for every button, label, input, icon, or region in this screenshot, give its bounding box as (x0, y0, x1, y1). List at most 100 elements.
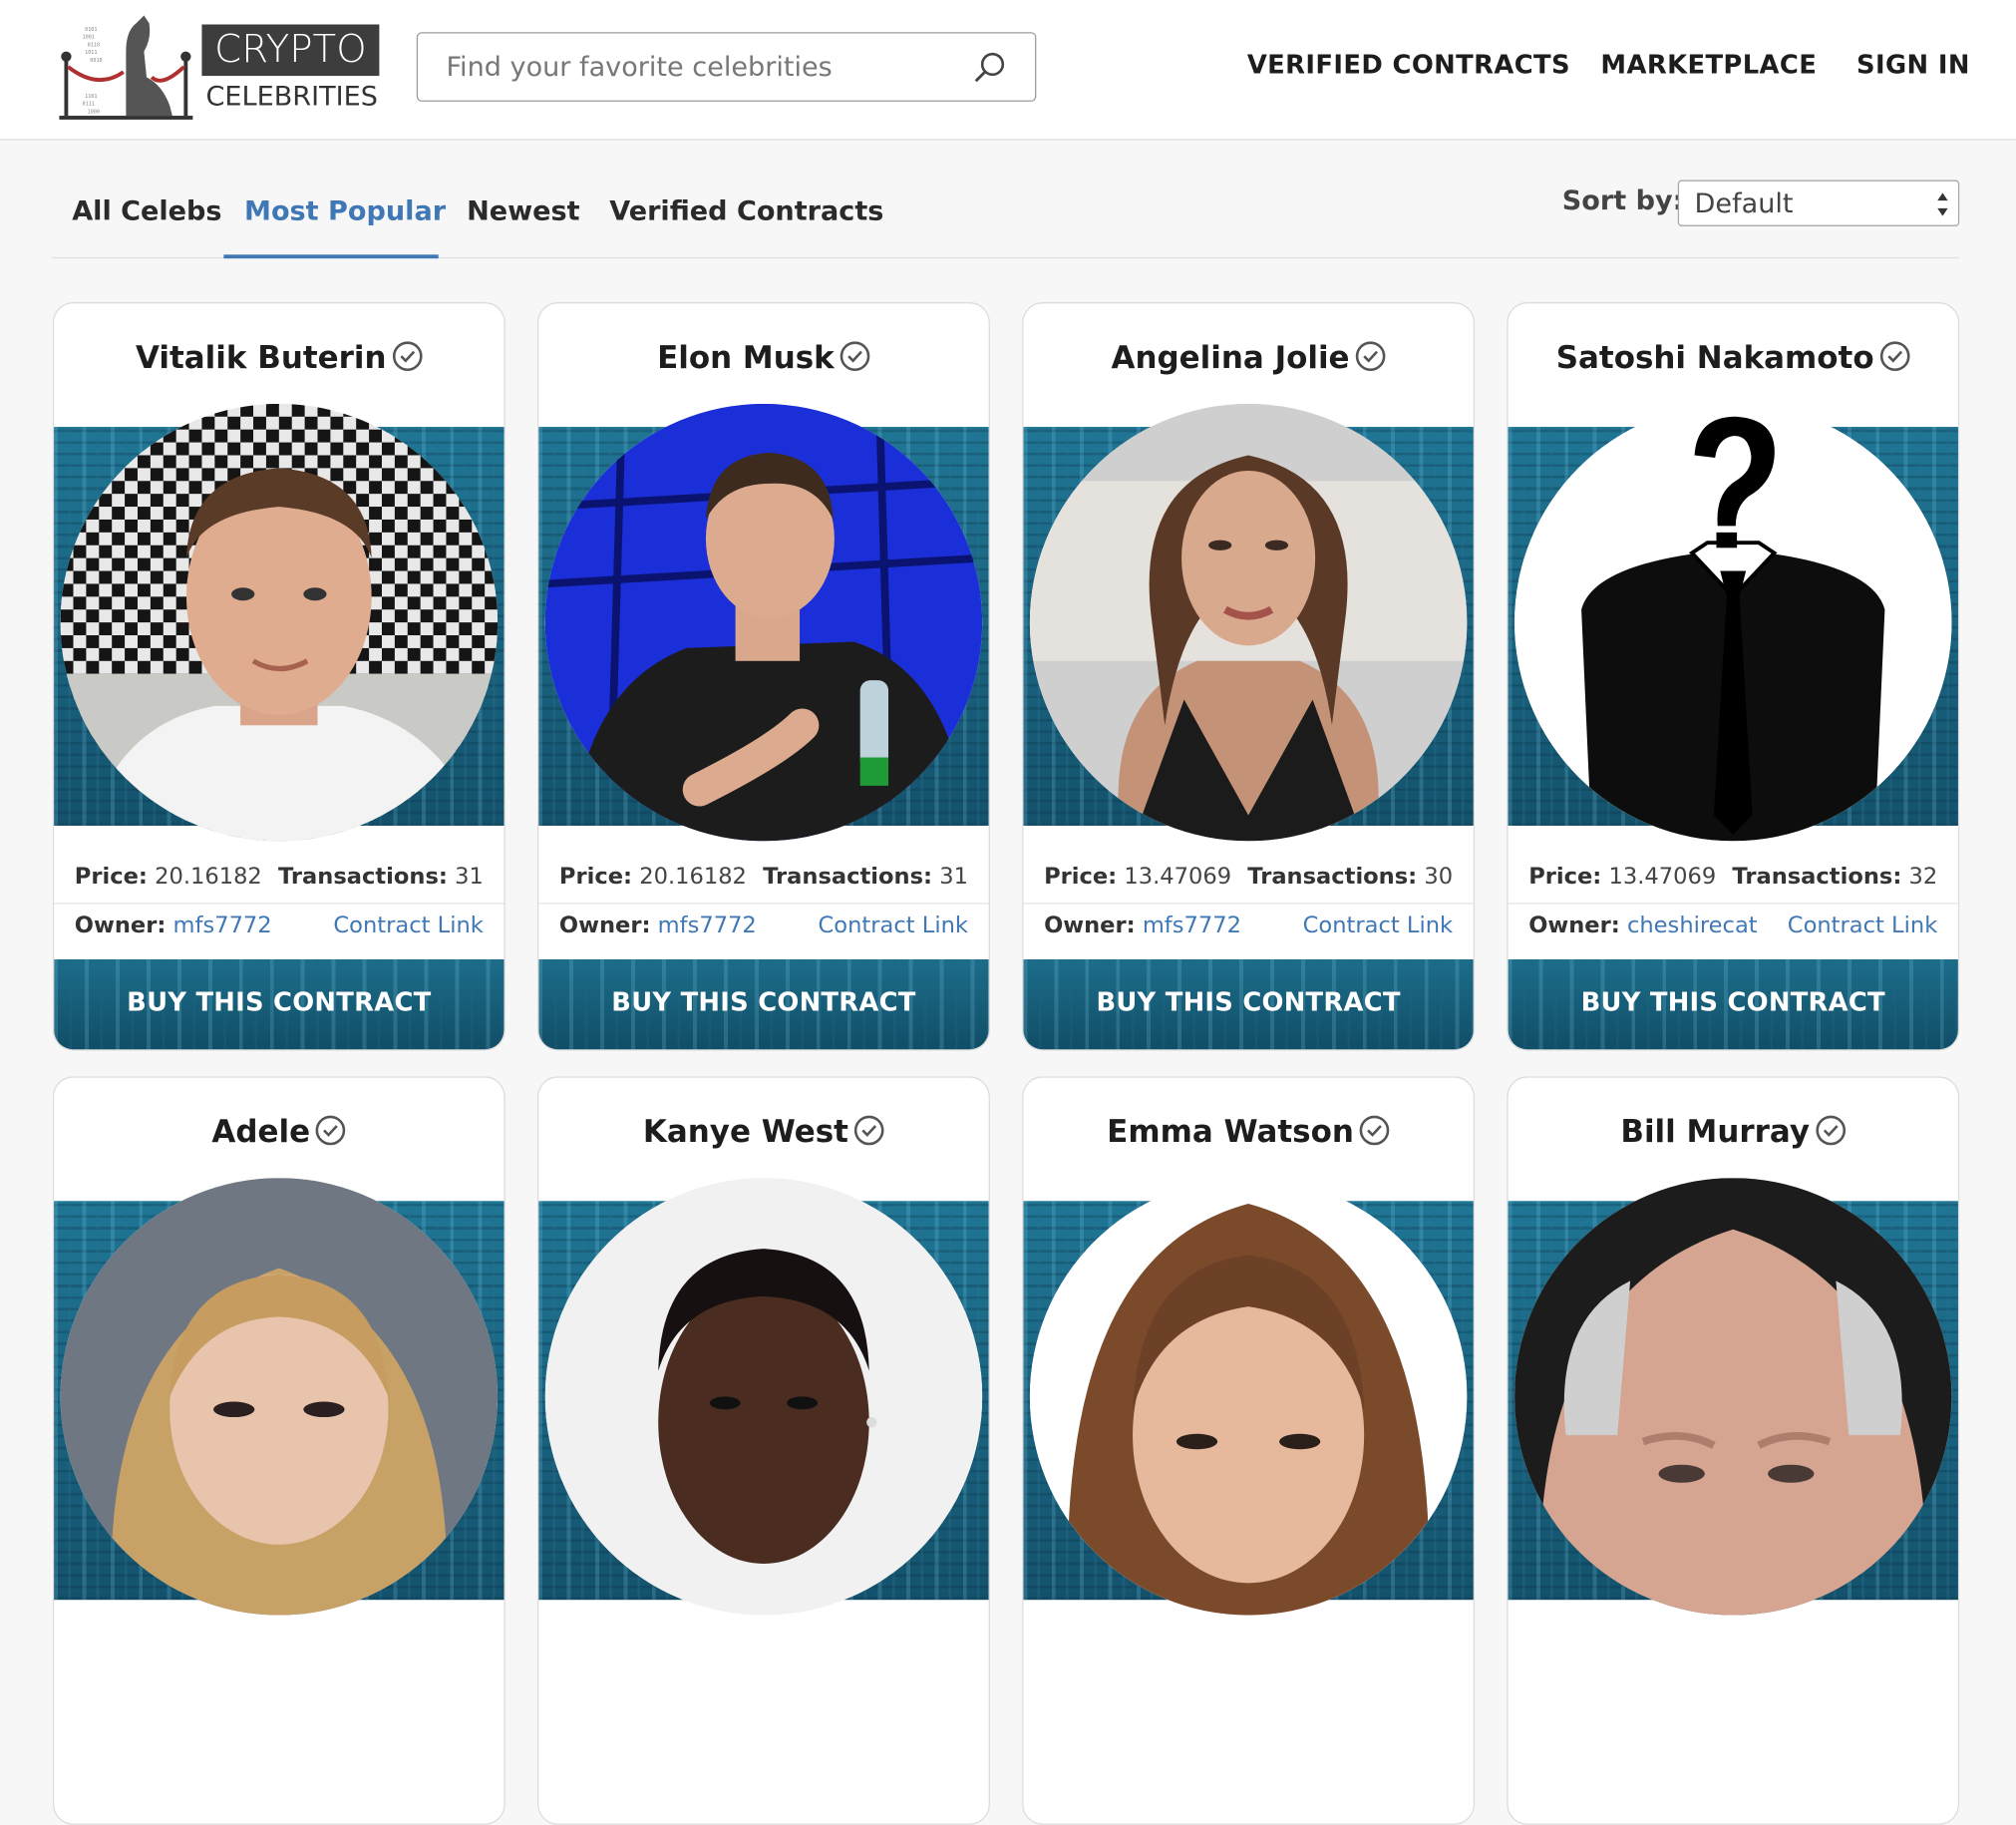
celeb-portrait[interactable] (1029, 1178, 1468, 1616)
verified-check-icon (1815, 1115, 1846, 1146)
price-value: 13.47069 (1124, 864, 1232, 891)
transactions-label: Transactions: (1247, 864, 1418, 891)
celeb-portrait[interactable] (1029, 403, 1468, 842)
celeb-portrait[interactable] (1514, 403, 1952, 842)
svg-text:0101: 0101 (85, 27, 97, 33)
celeb-name[interactable]: Vitalik Buterin (136, 339, 387, 375)
transactions-value: 31 (455, 864, 484, 891)
celeb-name[interactable]: Adele (211, 1114, 310, 1150)
svg-text:1101: 1101 (85, 94, 97, 100)
svg-text:1000: 1000 (88, 109, 100, 115)
buy-contract-button[interactable]: BUY THIS CONTRACT (538, 958, 989, 1050)
owner-link[interactable]: mfs7772 (658, 913, 757, 939)
buy-contract-button[interactable]: BUY THIS CONTRACT (1508, 958, 1958, 1050)
celeb-name-row: Adele (54, 1114, 504, 1150)
celeb-name[interactable]: Angelina Jolie (1112, 339, 1350, 375)
price-label: Price: (74, 864, 148, 891)
transactions-value: 31 (939, 864, 968, 891)
logo[interactable]: 0101 1001 0110 1011 0010 1101 0111 1000 CRYPT… (59, 13, 383, 121)
owner-label: Owner: (74, 912, 167, 939)
price-value: 20.16182 (639, 864, 747, 891)
sort-value: Default (1694, 187, 1794, 219)
celeb-name-row: Elon Musk (538, 339, 988, 376)
owner-link[interactable]: mfs7772 (173, 913, 272, 939)
celeb-card[interactable]: Emma Watson (1022, 1076, 1476, 1825)
owner-label: Owner: (1044, 912, 1136, 939)
celeb-card[interactable]: Bill Murray (1507, 1076, 1960, 1825)
celeb-name-row: Bill Murray (1509, 1114, 1958, 1150)
logo-mark-icon: 0101 10010110 1011 0010 1101 01111000 (59, 15, 193, 120)
nav-marketplace[interactable]: MARKETPLACE (1600, 49, 1817, 85)
verified-check-icon (315, 1115, 346, 1146)
price-label: Price: (1044, 864, 1118, 891)
select-arrows-icon (1937, 192, 1948, 216)
celeb-name[interactable]: Satoshi Nakamoto (1556, 339, 1874, 375)
price-row: Price: 13.47069 Transactions: 32 (1528, 865, 1937, 896)
nav-verified-contracts[interactable]: VERIFIED CONTRACTS (1247, 49, 1570, 85)
portrait-image (544, 1178, 983, 1616)
svg-text:1011: 1011 (85, 50, 97, 56)
search-icon[interactable] (973, 52, 1007, 86)
contract-link[interactable]: Contract Link (1788, 913, 1937, 939)
portrait-image (1029, 1178, 1468, 1616)
celeb-card[interactable]: Vitalik Buterin Price: 20.16182 Transact… (52, 302, 505, 1051)
card-divider (1023, 903, 1474, 905)
price-label: Price: (1528, 864, 1602, 891)
search-box (416, 32, 1037, 102)
logo-subtitle: CELEBRITIES (205, 81, 378, 113)
transactions-value: 32 (1908, 864, 1938, 891)
portrait-image (544, 403, 983, 842)
celeb-card[interactable]: Satoshi Nakamoto Price: 13.47069 Transac… (1507, 302, 1960, 1051)
celeb-portrait[interactable] (60, 403, 499, 842)
verified-check-icon (1879, 341, 1910, 372)
celeb-name[interactable]: Emma Watson (1107, 1114, 1354, 1150)
sort-label: Sort by: (1561, 184, 1684, 216)
contract-link[interactable]: Contract Link (1303, 913, 1453, 939)
celeb-card[interactable]: Elon Musk Price: 20.16182 Transactions: … (537, 302, 990, 1051)
celeb-name-row: Angelina Jolie (1023, 339, 1473, 376)
celeb-name[interactable]: Kanye West (643, 1114, 848, 1150)
transactions-label: Transactions: (1732, 864, 1902, 891)
top-bar: 0101 1001 0110 1011 0010 1101 0111 1000 CRYPT… (0, 0, 2016, 141)
owner-row: Owner: mfs7772 Contract Link (559, 913, 968, 944)
price-value: 13.47069 (1608, 864, 1717, 891)
svg-text:1001: 1001 (83, 35, 95, 41)
celeb-portrait[interactable] (60, 1178, 499, 1616)
tab-all-celebs[interactable]: All Celebs (72, 195, 221, 234)
buy-contract-button[interactable]: BUY THIS CONTRACT (54, 958, 504, 1050)
tab-verified-contracts[interactable]: Verified Contracts (609, 195, 883, 234)
celeb-card[interactable]: Angelina Jolie Price: 13.47069 Transacti… (1022, 302, 1476, 1051)
portrait-image (60, 1178, 499, 1616)
tab-newest[interactable]: Newest (467, 195, 579, 234)
price-value: 20.16182 (155, 864, 262, 891)
celeb-name[interactable]: Bill Murray (1620, 1114, 1810, 1150)
celeb-name-row: Kanye West (538, 1114, 988, 1150)
owner-label: Owner: (558, 912, 651, 939)
celeb-name-row: Satoshi Nakamoto (1509, 339, 1958, 376)
portrait-image (1514, 403, 1952, 842)
celeb-portrait[interactable] (544, 1178, 983, 1616)
card-divider (54, 903, 504, 905)
verified-check-icon (853, 1115, 884, 1146)
transactions-label: Transactions: (763, 864, 933, 891)
celeb-name[interactable]: Elon Musk (657, 339, 835, 375)
search-input[interactable] (446, 46, 961, 88)
transactions-value: 30 (1424, 864, 1454, 891)
transactions-label: Transactions: (277, 864, 448, 891)
verified-check-icon (392, 341, 423, 372)
svg-text:0111: 0111 (83, 102, 95, 108)
celeb-portrait[interactable] (544, 403, 983, 842)
sort-select[interactable]: Default (1677, 180, 1960, 226)
buy-contract-button[interactable]: BUY THIS CONTRACT (1023, 958, 1474, 1050)
owner-link[interactable]: cheshirecat (1627, 913, 1758, 939)
owner-link[interactable]: mfs7772 (1143, 913, 1241, 939)
tab-most-popular[interactable]: Most Popular (244, 195, 446, 234)
celeb-card[interactable]: Adele (52, 1076, 505, 1825)
contract-link[interactable]: Contract Link (333, 913, 483, 939)
verified-check-icon (1359, 1115, 1390, 1146)
celeb-portrait[interactable] (1514, 1178, 1952, 1616)
contract-link[interactable]: Contract Link (819, 913, 968, 939)
nav-sign-in[interactable]: SIGN IN (1856, 49, 1970, 85)
celeb-card[interactable]: Kanye West (537, 1076, 990, 1825)
owner-row: Owner: mfs7772 Contract Link (75, 913, 484, 944)
